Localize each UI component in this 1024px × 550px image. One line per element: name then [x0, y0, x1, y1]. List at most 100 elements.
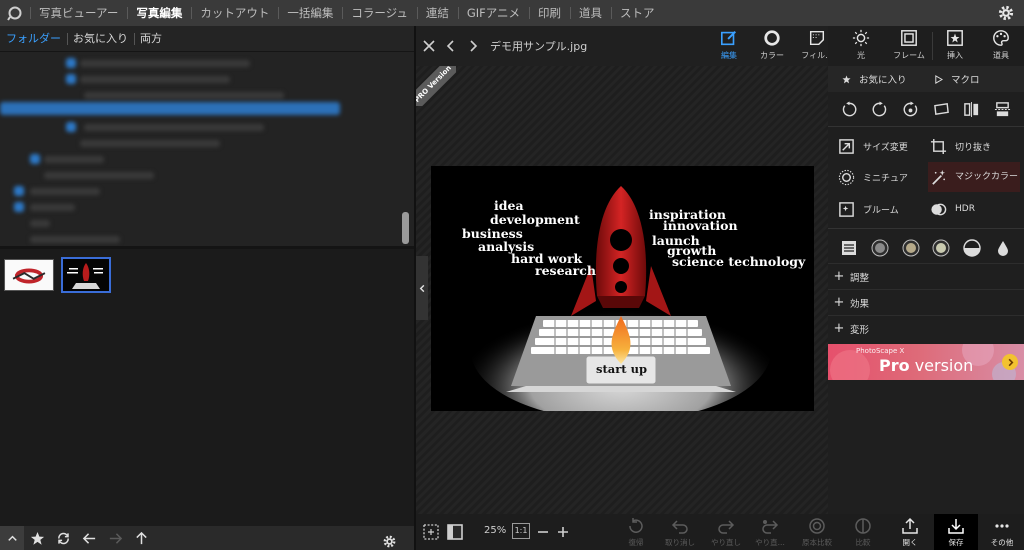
thumbnail-2-selected[interactable] — [61, 257, 111, 293]
menu-photo-viewer[interactable]: 写真ビューアー — [30, 0, 127, 26]
collapse-up-button[interactable] — [0, 526, 24, 550]
previous-photo-button[interactable] — [440, 35, 462, 57]
folder-tree[interactable] — [0, 52, 414, 246]
browser-bottom-toolbar — [0, 526, 414, 550]
rotate-free-icon[interactable] — [902, 100, 919, 118]
menu-cutout[interactable]: カットアウト — [191, 0, 278, 26]
menu-photo-edit[interactable]: 写真編集 — [127, 0, 191, 26]
photo-word: research — [535, 263, 596, 278]
more-button[interactable]: その他 — [982, 514, 1022, 550]
miniature-icon — [838, 169, 855, 185]
favorites-button[interactable]: お気に入り — [842, 72, 934, 86]
crop-icon — [930, 138, 947, 154]
crop-button[interactable]: 切り抜き — [930, 133, 1020, 159]
menu-tools[interactable]: 道具 — [570, 0, 611, 26]
pro-version-banner[interactable]: PhotoScape X Pro version — [828, 344, 1024, 380]
macro-button[interactable]: マクロ — [934, 72, 980, 86]
magic-color-button[interactable]: マジックカラー — [928, 162, 1020, 192]
filter-preset-4-icon[interactable] — [963, 239, 981, 257]
section-effects[interactable]: + 効果 — [828, 289, 1024, 315]
arrow-up-icon — [135, 531, 147, 544]
redo-button[interactable]: やり直し — [706, 514, 746, 550]
tab-tools[interactable]: 道具 — [978, 26, 1024, 66]
photo-image[interactable]: idea development business analysis hard … — [431, 166, 814, 411]
rotate-left-icon[interactable] — [841, 100, 858, 118]
filter-preset-1-icon[interactable] — [871, 239, 889, 257]
collapse-browser-handle[interactable] — [416, 256, 428, 320]
tab-insert[interactable]: 挿入 — [932, 26, 978, 66]
settings-gear-icon[interactable] — [997, 4, 1015, 22]
folder-tree-scrollbar[interactable] — [402, 212, 409, 244]
open-button[interactable]: 開く — [890, 514, 930, 550]
refresh-button[interactable] — [50, 526, 76, 550]
photo-word: science technology — [672, 254, 806, 269]
tab-frame[interactable]: フレーム — [886, 26, 932, 66]
tab-color[interactable]: カラー — [749, 26, 795, 66]
selection-button[interactable] — [420, 514, 442, 550]
start-up-key-label: start up — [596, 362, 648, 376]
editor-bottom-toolbar: 25% 1:1 復帰 取り消し やり直し やり直... 原本比較 比較 開く 保… — [416, 514, 1024, 550]
menu-collage[interactable]: コラージュ — [342, 0, 416, 26]
tab-edit[interactable]: 編集 — [706, 26, 752, 66]
parent-folder-button[interactable] — [128, 526, 154, 550]
compare-original-button[interactable]: 原本比較 — [796, 514, 838, 550]
frame-icon — [901, 30, 917, 46]
thumbnail-1[interactable] — [4, 259, 54, 291]
undo-button[interactable]: 取り消し — [660, 514, 700, 550]
tool-tabs-left: 編集 カラー フィル... — [706, 26, 833, 66]
thumbnail-grid — [0, 249, 414, 526]
close-photo-button[interactable] — [418, 35, 440, 57]
background-toggle-button[interactable] — [444, 514, 466, 550]
menu-store[interactable]: ストア — [611, 0, 664, 26]
chevron-left-icon — [419, 284, 424, 292]
rotate-right-icon[interactable] — [871, 100, 888, 118]
bloom-button[interactable]: ブルーム — [838, 196, 928, 222]
filter-preset-3-icon[interactable] — [932, 239, 950, 257]
tools-palette-icon — [993, 30, 1009, 46]
drop-icon[interactable] — [994, 239, 1012, 257]
menu-gif-animation[interactable]: GIFアニメ — [457, 0, 529, 26]
miniature-button[interactable]: ミニチュア — [838, 164, 928, 190]
resize-icon — [839, 138, 854, 154]
insert-icon — [947, 30, 963, 46]
zoom-in-button[interactable] — [554, 514, 572, 550]
app-logo-icon[interactable] — [0, 0, 30, 26]
browser-settings-button[interactable] — [376, 529, 402, 550]
back-button[interactable] — [76, 526, 102, 550]
menu-batch-edit[interactable]: 一括編集 — [278, 0, 342, 26]
section-transform[interactable]: + 変形 — [828, 315, 1024, 341]
revert-button[interactable]: 復帰 — [616, 514, 656, 550]
tab-both[interactable]: 両方 — [134, 26, 168, 52]
resize-button[interactable]: サイズ変更 — [838, 133, 928, 159]
straighten-icon[interactable] — [933, 101, 950, 118]
redo-more-button[interactable]: やり直... — [750, 514, 790, 550]
menu-print[interactable]: 印刷 — [529, 0, 570, 26]
hdr-icon — [931, 203, 947, 215]
menu-combine[interactable]: 連結 — [416, 0, 458, 26]
filter-preset-2-icon[interactable] — [902, 239, 920, 257]
play-icon — [935, 74, 943, 84]
zoom-1to1-button[interactable]: 1:1 — [512, 523, 530, 539]
bloom-icon — [839, 201, 854, 217]
photo-word: idea — [494, 198, 524, 213]
forward-button[interactable] — [102, 526, 128, 550]
next-photo-button[interactable] — [462, 35, 484, 57]
image-canvas[interactable]: PRO Version idea development business an… — [416, 66, 828, 514]
arrow-left-icon — [82, 532, 95, 544]
browser-tabs: フォルダー お気に入り 両方 — [0, 26, 414, 52]
hdr-button[interactable]: HDR — [930, 196, 1020, 222]
star-icon — [30, 531, 44, 545]
zoom-out-button[interactable] — [534, 514, 552, 550]
flip-vertical-icon[interactable] — [994, 101, 1011, 118]
compare-button[interactable]: 比較 — [844, 514, 882, 550]
favorite-star-button[interactable] — [24, 526, 50, 550]
tab-folder[interactable]: フォルダー — [0, 26, 67, 52]
tab-light[interactable]: 光 — [838, 26, 884, 66]
zoom-level[interactable]: 25% — [484, 525, 506, 536]
tab-favorites[interactable]: お気に入り — [67, 26, 134, 52]
section-adjust[interactable]: + 調整 — [828, 263, 1024, 289]
flip-horizontal-icon[interactable] — [963, 101, 980, 118]
save-button[interactable]: 保存 — [934, 514, 978, 550]
square-icon — [447, 524, 463, 540]
list-icon[interactable] — [840, 239, 858, 257]
